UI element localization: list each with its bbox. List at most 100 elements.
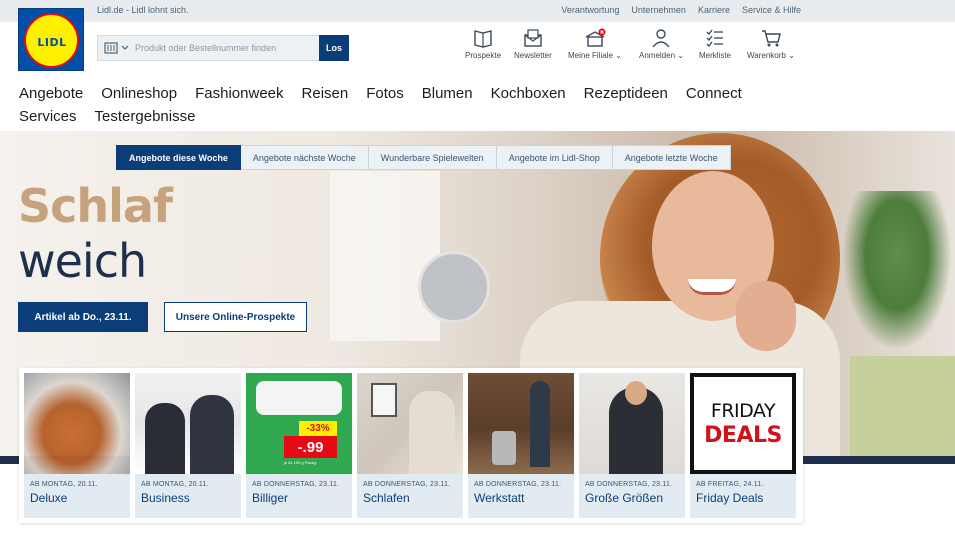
header-item-meine-filiale[interactable]: Meine Filiale ⌄ <box>568 28 622 60</box>
nav-item-connect[interactable]: Connect <box>686 82 742 105</box>
nav-item-kochboxen[interactable]: Kochboxen <box>491 82 566 105</box>
deals-text: DEALS <box>704 422 782 448</box>
nav-row-1: Angebote Onlineshop Fashionweek Reisen F… <box>19 82 779 105</box>
tile-deluxe[interactable]: AB MONTAG, 20.11. Deluxe <box>24 373 130 518</box>
header-item-prospekte[interactable]: Prospekte <box>465 28 501 60</box>
tile-business[interactable]: AB MONTAG, 20.11. Business <box>135 373 241 518</box>
lidl-logo[interactable]: LIDL <box>18 8 84 71</box>
nav-row-2: Services Testergebnisse <box>19 105 779 128</box>
tile-werkstatt[interactable]: AB DONNERSTAG, 23.11. Werkstatt <box>468 373 574 518</box>
nav-item-reisen[interactable]: Reisen <box>302 82 349 105</box>
tile-label: Deluxe <box>30 491 68 505</box>
reading-woman-image <box>409 391 455 474</box>
checklist-icon <box>706 29 723 47</box>
tile-caption: AB MONTAG, 20.11. Business <box>135 474 241 518</box>
header-item-newsletter[interactable]: Newsletter <box>514 28 552 60</box>
hero-title-line2: weich <box>18 234 147 288</box>
header-label-warenkorb: Warenkorb ⌄ <box>747 51 795 60</box>
yogurt-pack-image <box>256 381 342 415</box>
nav-item-angebote[interactable]: Angebote <box>19 82 83 105</box>
tile-grosse-groessen[interactable]: AB DONNERSTAG, 23.11. Große Größen <box>579 373 685 518</box>
chevron-down-icon: ⌄ <box>615 51 622 60</box>
tile-label: Schlafen <box>363 491 410 505</box>
link-verantwortung[interactable]: Verantwortung <box>561 5 619 15</box>
chevron-down-icon[interactable] <box>121 45 129 51</box>
tile-billiger[interactable]: -33% -.99 je 6x 100 g Packg. AB DONNERST… <box>246 373 352 518</box>
nav-item-testergebnisse[interactable]: Testergebnisse <box>95 105 196 128</box>
header-item-merkliste[interactable]: Merkliste <box>699 28 731 60</box>
tile-image-business <box>135 373 241 474</box>
logo-circle: LIDL <box>24 13 79 68</box>
tile-caption: AB DONNERSTAG, 23.11. Billiger <box>246 474 352 518</box>
hero-title-line1: Schlaf <box>18 179 173 233</box>
header-item-warenkorb[interactable]: Warenkorb ⌄ <box>747 28 795 60</box>
tab-angebote-letzte-woche[interactable]: Angebote letzte Woche <box>612 145 731 170</box>
tile-image-friday-deals: FRIDAY DEALS <box>690 373 796 474</box>
tile-date: AB DONNERSTAG, 23.11. <box>474 481 562 488</box>
hero-plant-image <box>842 191 952 351</box>
tile-image-werkstatt <box>468 373 574 474</box>
search-field[interactable] <box>97 35 319 61</box>
nav-item-blumen[interactable]: Blumen <box>422 82 473 105</box>
tile-date: AB DONNERSTAG, 23.11. <box>585 481 673 488</box>
tab-angebote-naechste-woche[interactable]: Angebote nächste Woche <box>240 145 369 170</box>
tile-schlafen[interactable]: AB DONNERSTAG, 23.11. Schlafen <box>357 373 463 518</box>
category-tiles: AB MONTAG, 20.11. Deluxe AB MONTAG, 20.1… <box>19 368 803 523</box>
link-service-hilfe[interactable]: Service & Hilfe <box>742 5 801 15</box>
picture-frame-image <box>371 383 397 417</box>
scanner-icon[interactable] <box>104 42 118 54</box>
tile-friday-deals[interactable]: FRIDAY DEALS AB FREITAG, 24.11. Friday D… <box>690 373 796 518</box>
hero-woman-hand <box>736 281 796 351</box>
tile-image-schlafen <box>357 373 463 474</box>
header-label-prospekte: Prospekte <box>465 51 502 60</box>
slogan: Lidl.de - Lidl lohnt sich. <box>97 5 189 15</box>
tile-caption: AB DONNERSTAG, 23.11. Große Größen <box>579 474 685 518</box>
hero-primary-button[interactable]: Artikel ab Do., 23.11. <box>18 302 148 332</box>
hero-mirror-image <box>418 251 490 323</box>
main-navigation: Angebote Onlineshop Fashionweek Reisen F… <box>19 82 779 128</box>
business-person-1 <box>145 403 185 474</box>
hero-sofa-image <box>850 356 955 456</box>
search-button[interactable]: Los <box>319 35 349 61</box>
friday-text: FRIDAY <box>710 399 776 422</box>
link-unternehmen[interactable]: Unternehmen <box>631 5 686 15</box>
search-bar: Los <box>97 35 349 61</box>
nav-item-fashionweek[interactable]: Fashionweek <box>195 82 283 105</box>
header-label-anmelden: Anmelden ⌄ <box>639 51 684 60</box>
worker-image <box>530 381 550 467</box>
tile-image-billiger: -33% -.99 je 6x 100 g Packg. <box>246 373 352 474</box>
tile-label: Friday Deals <box>696 491 764 505</box>
nav-item-fotos[interactable]: Fotos <box>366 82 404 105</box>
tile-label: Werkstatt <box>474 491 525 505</box>
tab-wunderbare-spielewelten[interactable]: Wunderbare Spielewelten <box>368 145 497 170</box>
tile-date: AB DONNERSTAG, 23.11. <box>252 481 340 488</box>
newsletter-icon <box>524 29 542 47</box>
tile-caption: AB FREITAG, 24.11. Friday Deals <box>690 474 796 518</box>
search-input[interactable] <box>135 43 305 53</box>
utility-links: Verantwortung Unternehmen Karriere Servi… <box>561 5 801 15</box>
header-item-anmelden[interactable]: Anmelden ⌄ <box>639 28 684 60</box>
hero-secondary-button[interactable]: Unsere Online-Prospekte <box>164 302 307 332</box>
cart-icon <box>761 30 781 47</box>
tab-angebote-lidl-shop[interactable]: Angebote im Lidl-Shop <box>496 145 613 170</box>
user-icon <box>652 29 671 48</box>
store-icon <box>585 28 606 47</box>
chevron-down-icon: ⌄ <box>677 51 684 60</box>
tile-date: AB MONTAG, 20.11. <box>141 481 209 488</box>
tile-caption: AB DONNERSTAG, 23.11. Werkstatt <box>468 474 574 518</box>
tile-label: Große Größen <box>585 491 664 505</box>
tab-angebote-diese-woche[interactable]: Angebote diese Woche <box>116 145 241 170</box>
nav-item-onlineshop[interactable]: Onlineshop <box>101 82 177 105</box>
tile-label: Billiger <box>252 491 289 505</box>
top-utility-bar: Lidl.de - Lidl lohnt sich. Verantwortung… <box>0 0 955 22</box>
business-person-2 <box>190 395 234 474</box>
nav-item-rezeptideen[interactable]: Rezeptideen <box>584 82 668 105</box>
image-shade <box>24 456 130 474</box>
nav-item-services[interactable]: Services <box>19 105 77 128</box>
chevron-down-icon: ⌄ <box>788 51 795 60</box>
tile-caption: AB DONNERSTAG, 23.11. Schlafen <box>357 474 463 518</box>
link-karriere[interactable]: Karriere <box>698 5 730 15</box>
offer-tabs: Angebote diese Woche Angebote nächste Wo… <box>116 145 731 170</box>
price-fineprint: je 6x 100 g Packg. <box>284 460 317 465</box>
tile-label: Business <box>141 491 190 505</box>
